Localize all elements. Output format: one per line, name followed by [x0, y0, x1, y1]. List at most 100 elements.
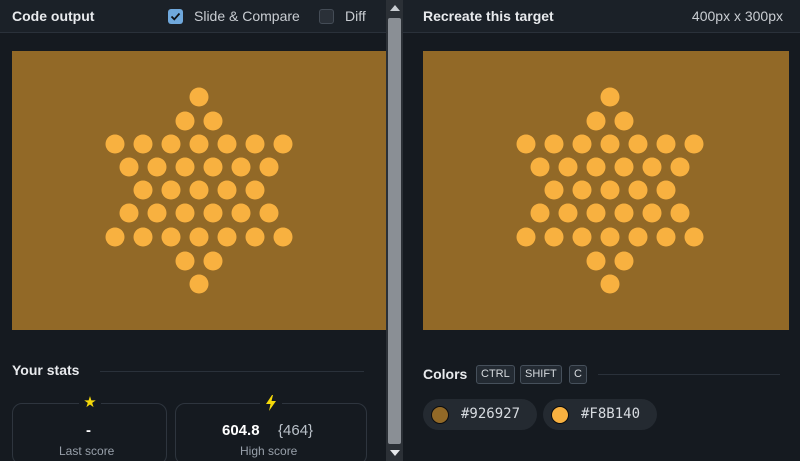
dot: [133, 134, 153, 154]
dot: [670, 157, 690, 177]
app-root: Code output Slide & Compare Diff Your st…: [0, 0, 800, 461]
dot: [175, 111, 195, 131]
scrollbar-thumb[interactable]: [388, 18, 401, 444]
diff-label[interactable]: Diff: [345, 8, 366, 24]
dot: [600, 274, 620, 294]
target-canvas: [423, 51, 789, 330]
dot: [558, 157, 578, 177]
code-output-canvas[interactable]: [12, 51, 386, 330]
dot: [147, 203, 167, 223]
dot: [203, 203, 223, 223]
high-score-sub: {464}: [278, 422, 314, 439]
target-dot-group: [516, 87, 704, 294]
dot: [105, 227, 125, 247]
scroll-up-arrow-icon[interactable]: [390, 5, 400, 11]
dot: [586, 203, 606, 223]
dot: [189, 87, 209, 107]
target-dimensions: 400px x 300px: [691, 8, 783, 24]
high-score-value: 604.8: [222, 422, 260, 439]
dot: [273, 227, 293, 247]
color-chip-brown[interactable]: #926927: [423, 399, 537, 430]
dot: [600, 227, 620, 247]
dot: [217, 134, 237, 154]
last-score-label: Last score: [59, 444, 115, 458]
kbd-shift: SHIFT: [520, 365, 562, 384]
dot: [614, 251, 634, 271]
dot: [245, 180, 265, 200]
output-star-dots: [105, 87, 293, 294]
dot: [217, 180, 237, 200]
target-header: Recreate this target 400px x 300px: [403, 0, 800, 33]
dot: [516, 227, 536, 247]
target-panel: Recreate this target 400px x 300px Color…: [403, 0, 800, 461]
dot: [175, 251, 195, 271]
dot: [600, 134, 620, 154]
code-output-title: Code output: [12, 8, 95, 24]
code-output-header: Code output Slide & Compare Diff: [0, 0, 386, 33]
kbd-ctrl: CTRL: [476, 365, 515, 384]
dot: [133, 227, 153, 247]
dot: [586, 111, 606, 131]
color-hex-brown: #926927: [461, 406, 521, 422]
star-icon: ★: [79, 393, 101, 413]
dot: [572, 227, 592, 247]
dot: [614, 157, 634, 177]
dot: [259, 203, 279, 223]
stats-divider: [100, 371, 364, 372]
dot: [600, 180, 620, 200]
dot: [544, 134, 564, 154]
dot: [586, 157, 606, 177]
dot: [189, 134, 209, 154]
dot: [670, 203, 690, 223]
dot: [656, 180, 676, 200]
dot: [642, 203, 662, 223]
slide-compare-label[interactable]: Slide & Compare: [194, 8, 300, 24]
color-swatch-orange: [551, 406, 569, 424]
colors-divider: [598, 374, 780, 375]
high-score-label: High score: [240, 444, 298, 458]
dot: [544, 180, 564, 200]
dot: [161, 134, 181, 154]
dot: [147, 157, 167, 177]
dot: [105, 134, 125, 154]
dot: [544, 227, 564, 247]
dot: [628, 134, 648, 154]
dot: [203, 111, 223, 131]
dot: [161, 180, 181, 200]
colors-title: Colors: [423, 366, 468, 382]
dot: [189, 274, 209, 294]
color-swatch-brown: [431, 406, 449, 424]
code-output-panel: Code output Slide & Compare Diff Your st…: [0, 0, 386, 461]
dot: [684, 227, 704, 247]
dot: [119, 203, 139, 223]
target-star-dots: [516, 87, 704, 294]
dot: [586, 251, 606, 271]
last-score-value: -: [86, 422, 91, 439]
scroll-down-arrow-icon[interactable]: [390, 450, 400, 456]
color-chip-orange[interactable]: #F8B140: [543, 399, 657, 430]
diff-checkbox[interactable]: [319, 9, 334, 24]
dot: [189, 180, 209, 200]
dot: [189, 227, 209, 247]
dot: [231, 157, 251, 177]
dot: [217, 227, 237, 247]
output-dot-group: [105, 87, 293, 294]
dot: [600, 87, 620, 107]
target-title: Recreate this target: [423, 8, 554, 24]
lightning-icon: [260, 393, 282, 413]
dot: [656, 227, 676, 247]
dot: [175, 157, 195, 177]
slide-compare-checkbox[interactable]: [168, 9, 183, 24]
dot: [175, 203, 195, 223]
dot: [203, 157, 223, 177]
dot: [119, 157, 139, 177]
dot: [161, 227, 181, 247]
dot: [530, 157, 550, 177]
stats-title: Your stats: [12, 362, 80, 378]
dot: [628, 227, 648, 247]
dot: [259, 157, 279, 177]
dot: [614, 203, 634, 223]
dot: [572, 180, 592, 200]
dot: [273, 134, 293, 154]
dot: [628, 180, 648, 200]
